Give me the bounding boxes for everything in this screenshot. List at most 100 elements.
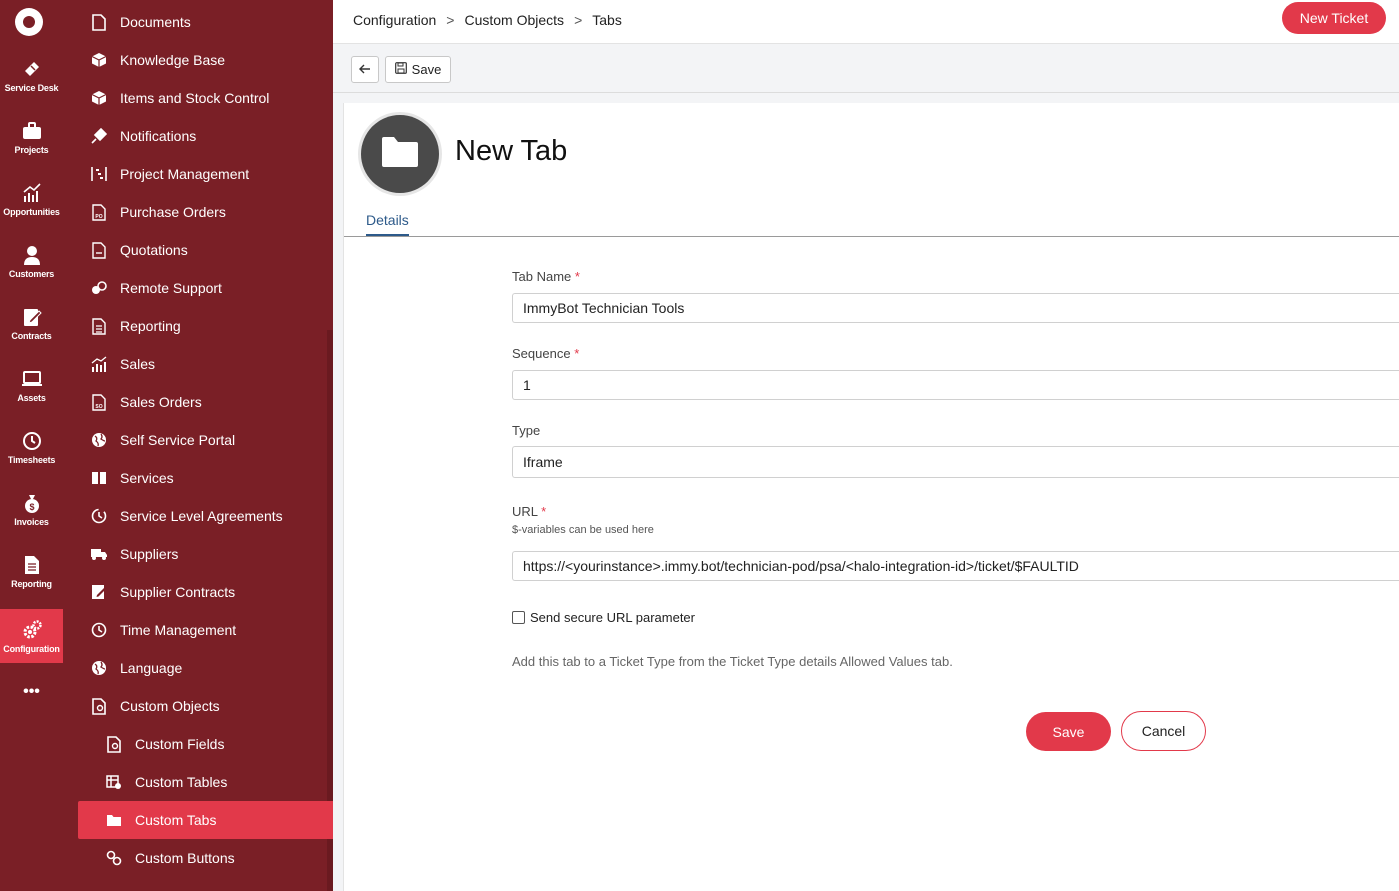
sidebar-item-label: Supplier Contracts	[120, 584, 236, 600]
type-select[interactable]	[512, 446, 1399, 478]
arrow-left-icon	[359, 62, 371, 77]
rail-item-reporting[interactable]: Reporting	[0, 540, 63, 602]
url-hint: $-variables can be used here	[512, 524, 654, 536]
rail-item-projects[interactable]: Projects	[0, 106, 63, 168]
toolbar: Save	[333, 45, 1399, 93]
top-bar: Configuration > Custom Objects > Tabs Ne…	[333, 0, 1399, 44]
sequence-label: Sequence *	[512, 346, 579, 361]
breadcrumb: Configuration > Custom Objects > Tabs	[353, 12, 622, 28]
sidebar-item-quotations[interactable]: Quotations	[78, 231, 333, 269]
url-label: URL *	[512, 504, 546, 519]
sidebar-item-label: Purchase Orders	[120, 204, 226, 220]
secure-url-label: Send secure URL parameter	[530, 610, 695, 625]
remote-icon	[90, 279, 108, 297]
sequence-input[interactable]	[512, 370, 1399, 400]
rail-label: Configuration	[3, 643, 60, 654]
toolbar-save-button[interactable]: Save	[385, 56, 451, 83]
label-text: Sequence	[512, 346, 571, 361]
breadcrumb-custom-objects[interactable]: Custom Objects	[464, 12, 564, 28]
rail-label: Contracts	[11, 330, 52, 341]
sidebar-item-label: Service Level Agreements	[120, 508, 283, 524]
sidebar-item-service-level-agreements[interactable]: Service Level Agreements	[78, 497, 333, 535]
person-icon	[21, 244, 43, 266]
rail-item-service-desk[interactable]: Service Desk	[0, 44, 63, 106]
sidebar-item-documents[interactable]: Documents	[78, 3, 333, 41]
back-button[interactable]	[351, 56, 379, 83]
sidebar-item-label: Suppliers	[120, 546, 179, 562]
edit-document-icon	[21, 306, 43, 328]
money-bag-icon: $	[21, 492, 43, 514]
table-icon	[105, 773, 123, 791]
sidebar-item-services[interactable]: Services	[78, 459, 333, 497]
icon-rail: Service Desk Projects Opportunities Cust…	[0, 0, 63, 891]
gantt-icon	[90, 165, 108, 183]
sidebar-item-language[interactable]: Language	[78, 649, 333, 687]
sidebar-item-supplier-contracts[interactable]: Supplier Contracts	[78, 573, 333, 611]
rail-item-contracts[interactable]: Contracts	[0, 292, 63, 354]
custom-object-icon	[90, 697, 108, 715]
sidebar-item-label: Custom Tabs	[135, 812, 217, 828]
secure-url-row[interactable]: Send secure URL parameter	[512, 610, 695, 625]
breadcrumb-tabs: Tabs	[592, 12, 622, 28]
box-icon	[90, 89, 108, 107]
rail-item-assets[interactable]: Assets	[0, 354, 63, 416]
sidebar-item-remote-support[interactable]: Remote Support	[78, 269, 333, 307]
po-document-icon: PO	[90, 203, 108, 221]
sidebar-item-label: Custom Buttons	[135, 850, 235, 866]
rail-item-customers[interactable]: Customers	[0, 230, 63, 292]
sidebar-item-custom-fields[interactable]: Custom Fields	[78, 725, 333, 763]
sidebar-item-notifications[interactable]: Notifications	[78, 117, 333, 155]
rail-label: Timesheets	[7, 454, 56, 465]
cancel-button[interactable]: Cancel	[1121, 711, 1206, 751]
label-text: Tab Name	[512, 269, 572, 284]
sidebar-item-custom-tables[interactable]: Custom Tables	[78, 763, 333, 801]
rail-label: Invoices	[14, 516, 49, 527]
custom-field-icon	[105, 735, 123, 753]
secure-url-checkbox[interactable]	[512, 611, 525, 624]
sidebar-item-items-and-stock-control[interactable]: Items and Stock Control	[78, 79, 333, 117]
more-icon[interactable]: •••	[0, 672, 63, 712]
rail-item-opportunities[interactable]: Opportunities	[0, 168, 63, 230]
sidebar-item-label: Remote Support	[120, 280, 222, 296]
save-button[interactable]: Save	[1026, 712, 1111, 751]
chart-growth-icon	[90, 355, 108, 373]
tab-details[interactable]: Details	[366, 212, 409, 236]
sidebar-item-custom-objects[interactable]: Custom Objects	[78, 687, 333, 725]
sidebar-item-custom-buttons[interactable]: Custom Buttons	[78, 839, 333, 877]
sidebar-item-self-service-portal[interactable]: Self Service Portal	[78, 421, 333, 459]
rail-item-configuration[interactable]: Configuration	[0, 609, 63, 663]
sidebar-item-label: Sales	[120, 356, 156, 372]
rail-item-invoices[interactable]: $ Invoices	[0, 478, 63, 540]
tab-name-input[interactable]	[512, 293, 1399, 323]
so-document-icon: SO	[90, 393, 108, 411]
megaphone-icon	[90, 127, 108, 145]
label-text: URL	[512, 504, 538, 519]
timer-icon	[90, 507, 108, 525]
sidebar-item-knowledge-base[interactable]: Knowledge Base	[78, 41, 333, 79]
rail-item-timesheets[interactable]: Timesheets	[0, 416, 63, 478]
url-input[interactable]	[512, 551, 1399, 581]
breadcrumb-configuration[interactable]: Configuration	[353, 12, 436, 28]
sidebar-item-custom-tabs[interactable]: Custom Tabs	[78, 801, 333, 839]
rail-label: Projects	[14, 144, 49, 155]
new-ticket-button[interactable]: New Ticket	[1282, 2, 1386, 34]
cube-icon	[90, 51, 108, 69]
sidebar-item-reporting[interactable]: Reporting	[78, 307, 333, 345]
logo-icon[interactable]	[15, 8, 43, 36]
page-title: New Tab	[455, 135, 568, 167]
document-icon	[90, 13, 108, 31]
folder-icon	[105, 811, 123, 829]
required-mark: *	[541, 504, 547, 519]
sidebar-item-sales-orders[interactable]: SO Sales Orders	[78, 383, 333, 421]
sidebar-item-purchase-orders[interactable]: PO Purchase Orders	[78, 193, 333, 231]
rail-label: Reporting	[11, 578, 52, 589]
sidebar-item-label: Notifications	[120, 128, 197, 144]
sidebar-item-time-management[interactable]: Time Management	[78, 611, 333, 649]
sidebar-item-suppliers[interactable]: Suppliers	[78, 535, 333, 573]
sidebar-item-sales[interactable]: Sales	[78, 345, 333, 383]
tab-divider	[344, 236, 1399, 237]
sidebar-item-label: Time Management	[120, 622, 237, 638]
gears-icon	[21, 619, 43, 641]
sidebar-item-project-management[interactable]: Project Management	[78, 155, 333, 193]
laptop-icon	[21, 368, 43, 390]
